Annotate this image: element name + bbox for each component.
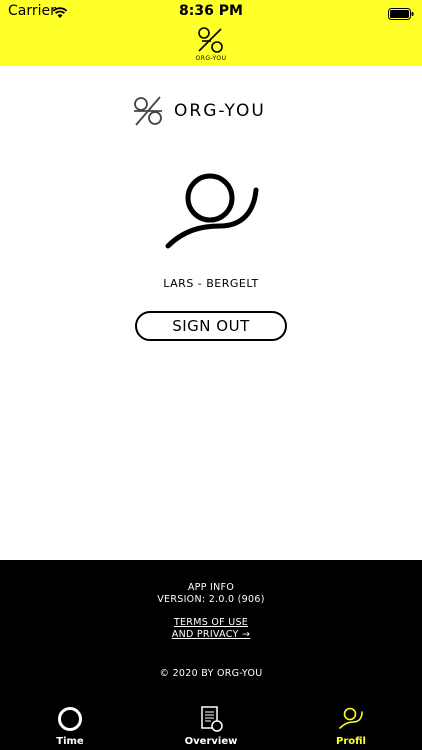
brand-name: ORG-YOU: [174, 101, 266, 121]
copyright-label: © 2020 BY ORG-YOU: [159, 668, 263, 679]
profile-username: LARS - BERGELT: [163, 277, 259, 290]
terms-link-line1[interactable]: TERMS OF USE: [174, 617, 248, 628]
status-bar: Carrier 8:36 PM: [0, 0, 422, 22]
tab-time[interactable]: Time: [20, 700, 120, 750]
brand-logo: ORG-YOU: [132, 95, 282, 129]
header-logo-icon: [193, 25, 229, 57]
status-time: 8:36 PM: [179, 3, 243, 19]
app-header: Carrier 8:36 PM ORG-YOU: [0, 0, 422, 66]
battery-icon: [388, 5, 414, 24]
circle-icon: [57, 706, 83, 732]
sign-out-button[interactable]: SIGN OUT: [135, 311, 287, 341]
tab-bar: Time Overview Profil: [0, 700, 422, 750]
terms-link-line2[interactable]: AND PRIVACY →: [172, 629, 250, 640]
percent-logo-icon: [132, 95, 164, 131]
tab-label-overview: Overview: [184, 736, 238, 747]
version-label: VERSION: 2.0.0 (906): [157, 594, 265, 605]
tab-label-time: Time: [56, 736, 84, 747]
terms-link[interactable]: TERMS OF USE: [0, 617, 422, 628]
tab-overview[interactable]: Overview: [161, 700, 261, 750]
header-logo-text: ORG-YOU: [195, 55, 227, 62]
tab-profil[interactable]: Profil: [301, 700, 401, 750]
app-info-label: APP INFO: [187, 582, 235, 593]
tab-label-profil: Profil: [336, 736, 366, 747]
privacy-link[interactable]: AND PRIVACY →: [0, 629, 422, 640]
document-icon: [198, 706, 224, 732]
profile-icon: [338, 706, 364, 732]
profile-avatar-icon: [162, 170, 262, 252]
